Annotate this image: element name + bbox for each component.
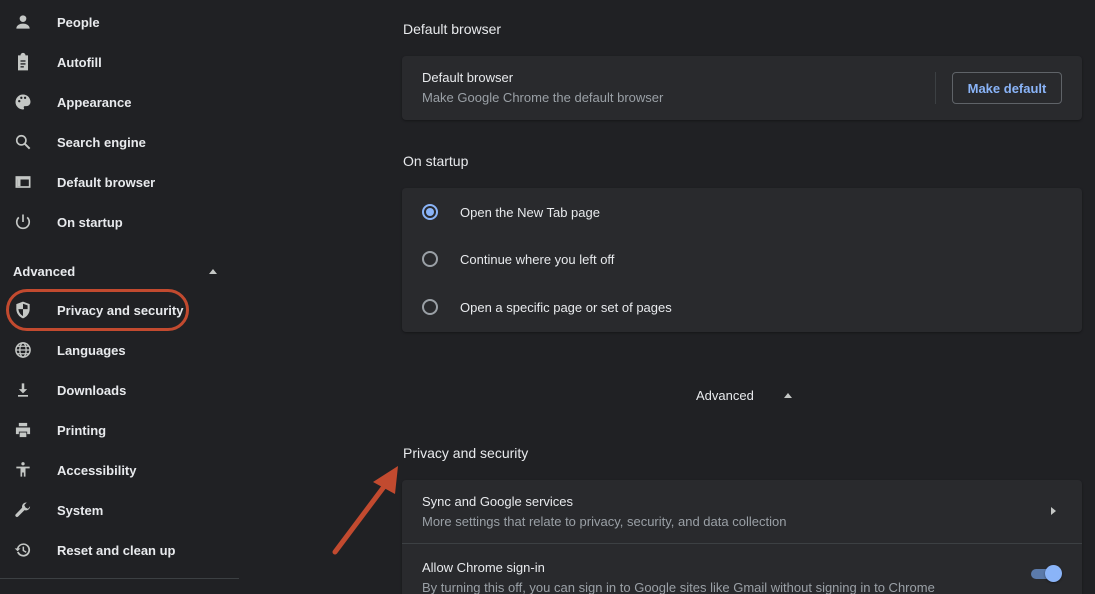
- sidebar-item-label: Autofill: [57, 54, 102, 70]
- radio-button-selected[interactable]: [422, 204, 438, 220]
- palette-icon: [13, 92, 33, 112]
- default-browser-section-title: Default browser: [403, 21, 502, 37]
- startup-option-new-tab[interactable]: Open the New Tab page: [422, 200, 600, 224]
- sidebar-item-appearance[interactable]: Appearance: [0, 82, 230, 122]
- sidebar-item-people[interactable]: People: [0, 2, 230, 42]
- sign-in-row-title: Allow Chrome sign-in: [422, 560, 545, 575]
- sidebar-item-reset-and-clean-up[interactable]: Reset and clean up: [0, 530, 230, 570]
- sidebar-item-label: On startup: [57, 214, 123, 230]
- radio-button[interactable]: [422, 251, 438, 267]
- shield-icon: [13, 300, 33, 320]
- advanced-toggle-label: Advanced: [696, 387, 754, 403]
- startup-option-label: Continue where you left off: [460, 251, 615, 267]
- sidebar-advanced-label: Advanced: [13, 263, 76, 279]
- globe-icon: [13, 340, 33, 360]
- printer-icon: [13, 420, 33, 440]
- on-startup-section-title: On startup: [403, 153, 469, 169]
- accessibility-icon: [13, 460, 33, 480]
- sidebar-item-label: Privacy and security: [57, 302, 184, 318]
- sidebar-item-label: Default browser: [57, 174, 156, 190]
- make-default-button[interactable]: Make default: [952, 72, 1062, 104]
- allow-chrome-sign-in-toggle[interactable]: [1031, 565, 1062, 583]
- sidebar-item-label: Appearance: [57, 94, 132, 110]
- power-icon: [13, 212, 33, 232]
- startup-option-label: Open the New Tab page: [460, 204, 600, 220]
- sidebar-item-privacy-and-security[interactable]: Privacy and security: [0, 290, 230, 330]
- sidebar-item-label: System: [57, 502, 104, 518]
- caret-up-icon: [209, 268, 217, 274]
- sidebar-item-search-engine[interactable]: Search engine: [0, 122, 230, 162]
- sync-row-subtitle: More settings that relate to privacy, se…: [422, 514, 787, 529]
- startup-option-specific-pages[interactable]: Open a specific page or set of pages: [422, 295, 672, 319]
- on-startup-card: Open the New Tab page Continue where you…: [402, 188, 1082, 332]
- browser-icon: [13, 172, 33, 192]
- sidebar-item-printing[interactable]: Printing: [0, 410, 230, 450]
- sync-row-title: Sync and Google services: [422, 494, 574, 509]
- sidebar-item-default-browser[interactable]: Default browser: [0, 162, 230, 202]
- settings-sidebar: People Autofill Appearance Search engine: [0, 0, 240, 594]
- default-browser-card: Default browser Make Google Chrome the d…: [402, 56, 1082, 120]
- sidebar-item-on-startup[interactable]: On startup: [0, 202, 230, 242]
- toggle-knob: [1045, 565, 1062, 582]
- history-icon: [13, 540, 33, 560]
- sidebar-item-label: Downloads: [57, 382, 127, 398]
- sidebar-item-label: Printing: [57, 422, 107, 438]
- startup-option-continue[interactable]: Continue where you left off: [422, 247, 614, 271]
- advanced-toggle[interactable]: Advanced: [696, 384, 792, 406]
- sidebar-item-downloads[interactable]: Downloads: [0, 370, 230, 410]
- sidebar-advanced-toggle[interactable]: Advanced: [13, 260, 223, 282]
- caret-up-icon: [783, 392, 792, 398]
- sidebar-item-label: Reset and clean up: [57, 542, 176, 558]
- divider: [935, 72, 936, 104]
- chrome-settings-page: People Autofill Appearance Search engine: [0, 0, 1095, 594]
- clipboard-icon: [13, 52, 33, 72]
- sidebar-item-languages[interactable]: Languages: [0, 330, 230, 370]
- person-icon: [13, 12, 33, 32]
- sync-and-google-services-row[interactable]: Sync and Google services More settings t…: [402, 480, 1082, 544]
- sidebar-item-system[interactable]: System: [0, 490, 230, 530]
- startup-option-label: Open a specific page or set of pages: [460, 299, 672, 315]
- sidebar-divider: [0, 578, 239, 579]
- wrench-icon: [13, 500, 33, 520]
- sidebar-item-accessibility[interactable]: Accessibility: [0, 450, 230, 490]
- sign-in-row-subtitle: By turning this off, you can sign in to …: [422, 580, 935, 594]
- default-browser-row: Default browser Make Google Chrome the d…: [422, 70, 663, 105]
- sidebar-item-autofill[interactable]: Autofill: [0, 42, 230, 82]
- default-browser-row-subtitle: Make Google Chrome the default browser: [422, 90, 664, 105]
- sidebar-item-label: Languages: [57, 342, 126, 358]
- sidebar-item-label: Search engine: [57, 134, 146, 150]
- sidebar-item-label: Accessibility: [57, 462, 137, 478]
- download-icon: [13, 380, 33, 400]
- radio-button[interactable]: [422, 299, 438, 315]
- chevron-right-icon: [1051, 507, 1056, 515]
- default-browser-row-title: Default browser: [422, 70, 514, 85]
- search-icon: [13, 132, 33, 152]
- allow-chrome-sign-in-row[interactable]: Allow Chrome sign-in By turning this off…: [402, 544, 1082, 594]
- privacy-section-title: Privacy and security: [403, 445, 529, 461]
- privacy-card: Sync and Google services More settings t…: [402, 480, 1082, 594]
- sidebar-item-label: People: [57, 14, 100, 30]
